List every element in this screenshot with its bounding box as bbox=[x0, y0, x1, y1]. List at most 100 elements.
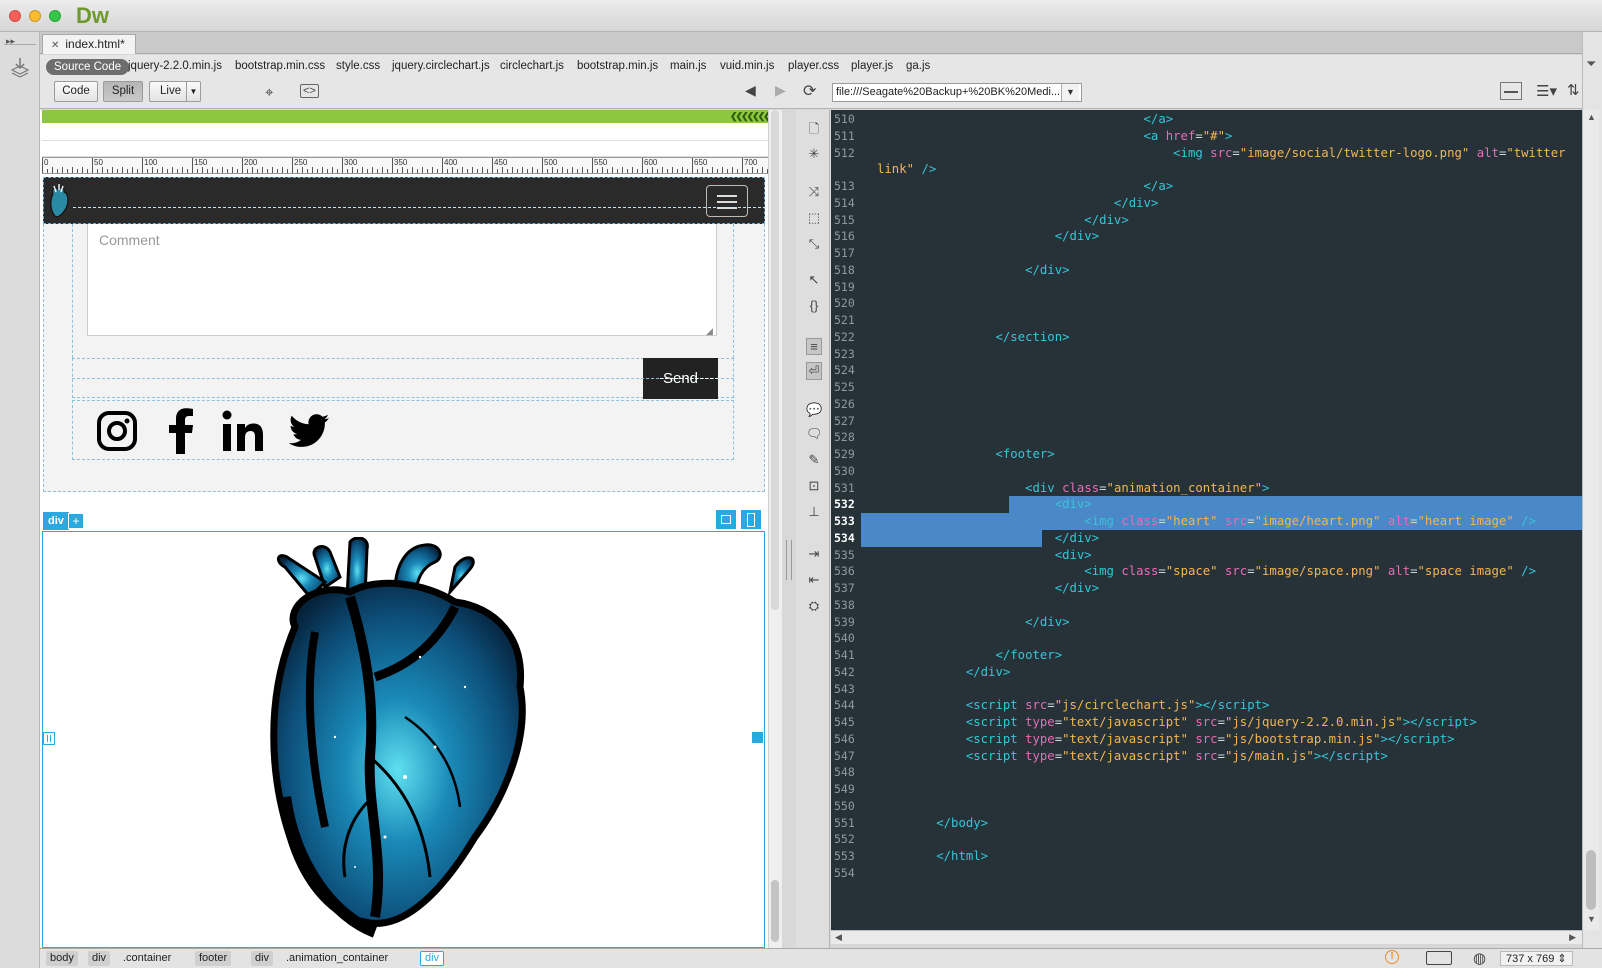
outdent-code-icon[interactable]: ⇤ bbox=[806, 572, 822, 588]
code-line[interactable]: link" /> bbox=[831, 161, 1582, 178]
collapse-tag-icon[interactable]: ⤨ bbox=[806, 184, 822, 200]
related-file-main-js[interactable]: main.js bbox=[670, 60, 706, 72]
related-file-vuid-min-js[interactable]: vuid.min.js bbox=[720, 60, 774, 72]
filter-icon[interactable]: ⏷ bbox=[1586, 56, 1596, 72]
code-line[interactable]: 551 </body> bbox=[831, 815, 1582, 832]
layout-toggle-icon[interactable] bbox=[1500, 82, 1522, 100]
move-css-icon[interactable]: ⊥ bbox=[806, 504, 822, 520]
code-line[interactable]: 520 bbox=[831, 295, 1582, 312]
code-line[interactable]: 538 bbox=[831, 597, 1582, 614]
balance-braces-icon[interactable]: {} bbox=[806, 298, 822, 313]
code-line[interactable]: 539 </div> bbox=[831, 614, 1582, 631]
instagram-icon[interactable] bbox=[96, 410, 138, 452]
recent-snippets-icon[interactable]: ⊡ bbox=[806, 478, 822, 494]
code-editor[interactable]: 510 </a> 511 <a href="#"> 512 <img src="im… bbox=[831, 110, 1582, 930]
code-line[interactable]: 521 bbox=[831, 312, 1582, 329]
open-documents-icon[interactable]: 🗋 bbox=[806, 120, 822, 142]
code-line[interactable]: 544 <script src="js/circlechart.js"></sc… bbox=[831, 697, 1582, 714]
code-line[interactable]: 527 bbox=[831, 413, 1582, 430]
resize-handle-right[interactable] bbox=[752, 732, 763, 743]
show-code-navigator-icon[interactable]: ✳ bbox=[806, 146, 822, 162]
code-line[interactable]: 519 bbox=[831, 279, 1582, 296]
highlight-invalid-code-icon[interactable]: ⏎ bbox=[806, 362, 822, 380]
back-icon[interactable]: ◀ bbox=[745, 82, 756, 99]
add-element-button[interactable]: + bbox=[68, 513, 84, 529]
split-element-icon[interactable] bbox=[740, 509, 762, 530]
code-line[interactable]: 552 bbox=[831, 831, 1582, 848]
window-size-dropdown[interactable]: 737 x 769 ⇕ bbox=[1500, 951, 1573, 966]
refresh-icon[interactable]: ⟳ bbox=[803, 81, 816, 101]
format-source-icon[interactable]: ⛭ bbox=[806, 598, 822, 614]
close-window-button[interactable] bbox=[9, 10, 21, 22]
breadcrumb-class[interactable]: .animation_container bbox=[286, 951, 388, 966]
code-line[interactable]: 517 bbox=[831, 245, 1582, 262]
resize-handle-left[interactable] bbox=[43, 732, 55, 745]
forward-icon[interactable]: ▶ bbox=[775, 82, 786, 99]
source-code-button[interactable]: Source Code bbox=[46, 59, 130, 75]
code-line[interactable]: 537 </div> bbox=[831, 580, 1582, 597]
code-line[interactable]: 528 bbox=[831, 429, 1582, 446]
code-line[interactable]: 541 </footer> bbox=[831, 647, 1582, 664]
code-line[interactable]: 547 <script type="text/javascript" src="… bbox=[831, 748, 1582, 765]
view-options-icon[interactable]: ☰▾ bbox=[1536, 82, 1557, 100]
code-line[interactable]: 534 </div> bbox=[831, 529, 1582, 547]
code-navigator-icon[interactable]: <> bbox=[300, 84, 319, 98]
related-file-bootstrap-min-css[interactable]: bootstrap.min.css bbox=[235, 60, 325, 72]
indent-code-icon[interactable]: ⇥ bbox=[806, 546, 822, 562]
code-horizontal-scrollbar[interactable]: ◀ ▶ bbox=[831, 930, 1582, 944]
twitter-icon[interactable] bbox=[288, 414, 330, 448]
element-tag-label[interactable]: div bbox=[43, 512, 69, 530]
code-line[interactable]: 510 </a> bbox=[831, 111, 1582, 128]
url-input[interactable]: file:///Seagate%20Backup+%20BK%20Medi... bbox=[832, 83, 1082, 102]
code-line[interactable]: 512 <img src="image/social/twitter-logo.… bbox=[831, 145, 1582, 162]
select-parent-tag-icon[interactable]: ↖ bbox=[806, 272, 822, 288]
line-numbers-icon[interactable]: ≡ bbox=[806, 338, 822, 355]
code-line[interactable]: 532 <div> bbox=[831, 496, 1582, 514]
sort-icon[interactable]: ⇅ bbox=[1567, 81, 1580, 99]
code-view-button[interactable]: Code bbox=[54, 81, 98, 102]
code-line[interactable]: 540 bbox=[831, 630, 1582, 647]
code-line[interactable]: 522 </section> bbox=[831, 329, 1582, 346]
breadcrumb-div[interactable]: div bbox=[88, 951, 111, 966]
hamburger-menu-button[interactable] bbox=[706, 185, 748, 217]
visual-media-query-bar[interactable] bbox=[42, 110, 779, 123]
close-tab-icon[interactable]: ✕ bbox=[51, 40, 59, 51]
code-line[interactable]: 516 </div> bbox=[831, 228, 1582, 245]
code-vertical-scrollbar[interactable]: ▲ ▼ bbox=[1583, 110, 1599, 930]
code-line[interactable]: 523 bbox=[831, 346, 1582, 363]
url-dropdown-icon[interactable]: ▼ bbox=[1061, 84, 1079, 101]
code-line[interactable]: 543 bbox=[831, 681, 1582, 698]
comment-textarea[interactable] bbox=[87, 224, 717, 336]
split-view-button[interactable]: Split bbox=[103, 81, 143, 102]
code-line[interactable]: 533 <img class="heart" src="image/heart.… bbox=[831, 513, 1582, 530]
globe-icon[interactable]: ◍ bbox=[1473, 949, 1486, 967]
code-line[interactable]: 511 <a href="#"> bbox=[831, 128, 1582, 145]
wrap-tag-icon[interactable]: ✎ bbox=[806, 452, 822, 468]
code-line[interactable]: 518 </div> bbox=[831, 262, 1582, 279]
linkedin-icon[interactable] bbox=[222, 410, 264, 452]
code-line[interactable]: 545 <script type="text/javascript" src="… bbox=[831, 714, 1582, 731]
nav-logo[interactable] bbox=[45, 180, 73, 222]
breadcrumb-class[interactable]: .container bbox=[123, 951, 171, 966]
breadcrumb-body[interactable]: body bbox=[46, 951, 78, 966]
breadcrumb-footer[interactable]: footer bbox=[195, 951, 232, 966]
zoom-window-button[interactable] bbox=[49, 10, 61, 22]
minimize-window-button[interactable] bbox=[29, 10, 41, 22]
collapse-selection-icon[interactable]: ⬚ bbox=[806, 210, 822, 226]
related-file-ga-js[interactable]: ga.js bbox=[906, 60, 930, 72]
layers-icon[interactable] bbox=[10, 56, 30, 78]
code-line[interactable]: 548 bbox=[831, 764, 1582, 781]
related-file-player-css[interactable]: player.css bbox=[788, 60, 839, 72]
related-file-player-js[interactable]: player.js bbox=[851, 60, 893, 72]
code-line[interactable]: 526 bbox=[831, 396, 1582, 413]
code-line[interactable]: 554 bbox=[831, 865, 1582, 882]
related-file-jquery-2-2-0-min-js[interactable]: jquery-2.2.0.min.js bbox=[128, 60, 222, 72]
code-line[interactable]: 546 <script type="text/javascript" src="… bbox=[831, 731, 1582, 748]
live-dropdown-icon[interactable]: ▼ bbox=[186, 82, 200, 101]
apply-comment-icon[interactable]: 💬 bbox=[806, 402, 822, 418]
facebook-icon[interactable] bbox=[168, 408, 194, 454]
related-file-style-css[interactable]: style.css bbox=[336, 60, 380, 72]
warning-icon[interactable]: ! bbox=[1385, 950, 1399, 964]
expand-all-icon[interactable]: ⤡ bbox=[806, 236, 822, 252]
heart-image[interactable] bbox=[255, 537, 555, 947]
